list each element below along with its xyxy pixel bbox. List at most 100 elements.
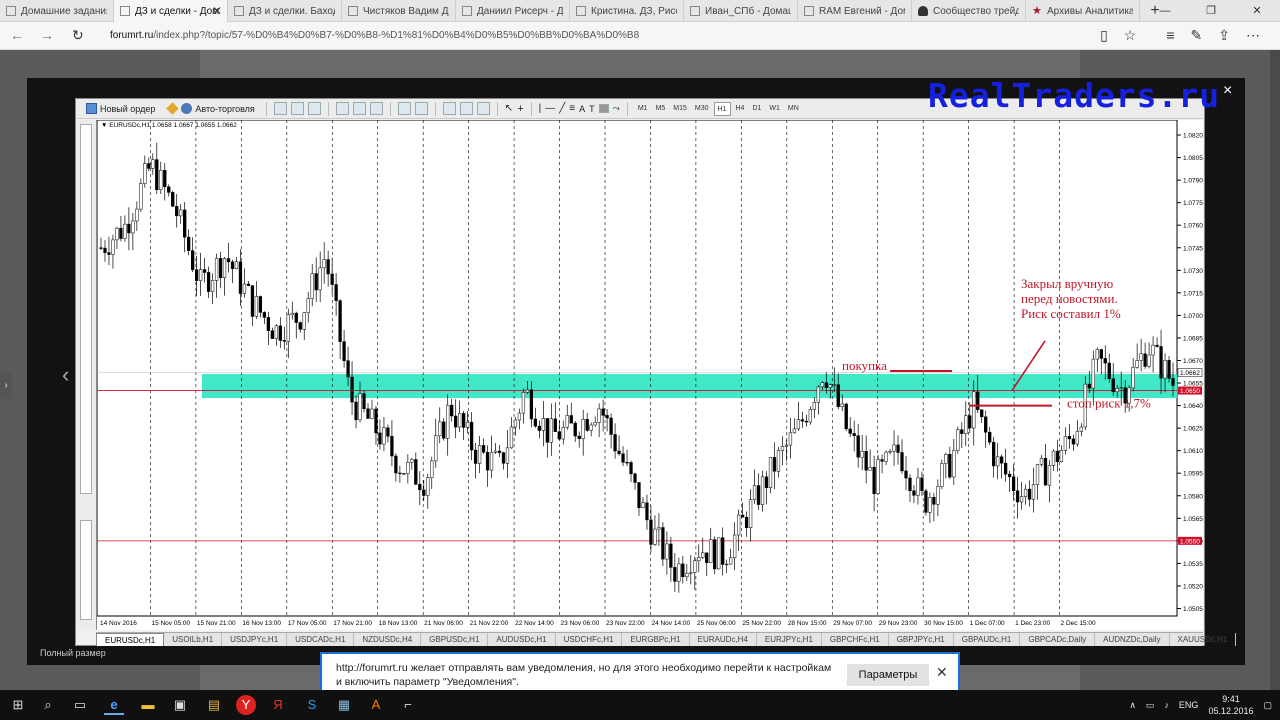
horizontal-line-icon[interactable]: — — [545, 103, 555, 114]
minimize-icon[interactable]: — — [1142, 0, 1188, 22]
symbol-tab[interactable]: AUDNZDc,Daily — [1095, 633, 1170, 646]
timeframe-button[interactable]: H1 — [713, 101, 731, 116]
app-a-icon[interactable]: A — [366, 695, 386, 715]
bar-chart-icon[interactable] — [273, 102, 287, 115]
browser-tab[interactable]: ДЗ и сделки. Баходир — [228, 0, 342, 22]
store-icon[interactable]: ▣ — [170, 695, 190, 715]
symbol-tab[interactable]: USDCADc,H1 — [287, 633, 355, 646]
timeframe-button[interactable]: M30 — [692, 102, 712, 116]
hub-icon[interactable]: ≡ — [1166, 27, 1174, 44]
page-scrollbar[interactable] — [1270, 50, 1280, 690]
channel-icon[interactable]: ≡ — [569, 103, 575, 114]
chart-shift-icon[interactable] — [414, 102, 428, 115]
cursor-icon[interactable]: ↖ — [505, 103, 513, 114]
text-tool-icon[interactable]: A — [579, 104, 585, 114]
zoom-in-icon[interactable] — [335, 102, 349, 115]
symbol-tab[interactable]: GBPUSDc,H1 — [421, 633, 489, 646]
symbol-tab[interactable]: USDCHFc,H1 — [556, 633, 623, 646]
timeframe-button[interactable]: W1 — [766, 102, 783, 116]
browser-tab[interactable]: Кристина. ДЗ, Рисерч — [570, 0, 684, 22]
skype-icon[interactable]: S — [302, 695, 322, 715]
timeframe-button[interactable]: D1 — [749, 102, 764, 116]
back-icon[interactable]: ← — [10, 27, 24, 43]
share-icon[interactable]: ⇪ — [1218, 27, 1230, 44]
symbol-tab[interactable]: GBPCADc,Daily — [1020, 633, 1096, 646]
lightbox-close-icon[interactable]: × — [1223, 82, 1232, 100]
symbol-tab[interactable]: USOILb,H1 — [164, 633, 223, 646]
symbol-tab[interactable]: EURUSDc,H1 — [96, 633, 165, 646]
windows-start-icon[interactable]: ⊞ — [8, 695, 28, 715]
templates-icon[interactable] — [476, 102, 490, 115]
close-window-icon[interactable]: ✕ — [1234, 0, 1280, 22]
notification-close-icon[interactable]: ✕ — [936, 664, 948, 681]
browser-tab[interactable]: Даниил Рисерч - Дом — [456, 0, 570, 22]
periods-icon[interactable] — [459, 102, 473, 115]
metatrader-taskbar-icon[interactable]: ▦ — [334, 695, 354, 715]
symbol-tab[interactable]: EURJPYc,H1 — [757, 633, 822, 646]
file-explorer-icon[interactable]: ▬ — [138, 695, 158, 715]
crosshair-icon[interactable]: + — [517, 103, 523, 115]
candle-chart-icon[interactable] — [290, 102, 304, 115]
symbol-tab[interactable]: USDJPYc,H1 — [222, 633, 288, 646]
new-order-button[interactable]: Новый ордер — [82, 101, 159, 117]
timeframe-button[interactable]: MN — [785, 102, 802, 116]
terminal-icon[interactable]: ⌐ — [398, 695, 418, 715]
arrows-icon[interactable] — [598, 104, 609, 113]
browser-tab[interactable]: Сообщество трейдер — [912, 0, 1026, 22]
symbol-tab[interactable]: XAUUSDc,H1 — [1170, 633, 1237, 646]
tile-windows-icon[interactable] — [369, 102, 383, 115]
task-view-icon[interactable]: ▭ — [70, 695, 90, 715]
refresh-icon[interactable]: ↻ — [72, 27, 84, 44]
volume-icon[interactable]: ♪ — [1164, 700, 1169, 710]
timeframe-button[interactable]: H4 — [733, 102, 748, 116]
symbol-tab[interactable]: NZDUSDc,H4 — [354, 633, 422, 646]
edge-icon[interactable]: e — [104, 695, 124, 715]
browser-tab[interactable]: Домашние задания и — [0, 0, 114, 22]
notification-settings-button[interactable]: Параметры — [847, 664, 929, 686]
autoscroll-icon[interactable] — [397, 102, 411, 115]
notifications-icon[interactable]: ▢ — [1263, 700, 1272, 711]
search-icon[interactable]: ⌕ — [38, 695, 58, 715]
timeframe-button[interactable]: M15 — [670, 102, 690, 116]
close-tab-icon[interactable]: ✕ — [212, 4, 222, 18]
yandex-browser-icon[interactable]: Y — [236, 695, 256, 715]
favorite-star-icon[interactable]: ☆ — [1124, 27, 1137, 44]
network-icon[interactable]: ▭ — [1146, 700, 1155, 711]
price-chart[interactable]: 14 Nov 2016 15 Nov 05:00 15 Nov 21:00 16 No… — [96, 119, 1203, 630]
browser-tab[interactable]: Иван_СПб - Домашни — [684, 0, 798, 22]
mini-scrollbar[interactable] — [80, 124, 92, 494]
symbol-tab[interactable]: EURGBPc,H1 — [622, 633, 690, 646]
symbol-tab[interactable]: GBPAUDc,H1 — [954, 633, 1021, 646]
mini-scrollbar-lower[interactable] — [80, 520, 92, 620]
more-icon[interactable]: ⋯ — [1246, 27, 1260, 44]
line-chart-icon[interactable] — [307, 102, 321, 115]
browser-tab[interactable]: ★ Архивы Аналитика - F — [1026, 0, 1140, 22]
forward-icon[interactable]: → — [40, 27, 54, 43]
language-indicator[interactable]: ENG — [1179, 700, 1199, 710]
clock[interactable]: 9:41 05.12.2016 — [1208, 693, 1253, 717]
browser-tab[interactable]: RAM Евгений - Домаш — [798, 0, 912, 22]
web-note-icon[interactable]: ✎ — [1191, 27, 1203, 44]
timeframe-button[interactable]: M1 — [635, 102, 651, 116]
url-field[interactable]: forumrt.ru/index.php?/topic/57-%D0%B4%D0… — [110, 30, 639, 41]
indicators-icon[interactable] — [442, 102, 456, 115]
symbol-tab[interactable]: AUDUSDc,H1 — [488, 633, 556, 646]
symbol-tab[interactable]: EURAUDc,H4 — [690, 633, 757, 646]
timeframe-button[interactable]: M5 — [653, 102, 669, 116]
yandex-icon[interactable]: Я — [268, 695, 288, 715]
reading-view-icon[interactable]: ▯ — [1100, 27, 1108, 44]
trendline-icon[interactable]: ╱ — [559, 103, 565, 114]
text-label-icon[interactable]: T — [589, 104, 595, 114]
symbol-tab[interactable]: GBPJPYc,H1 — [889, 633, 954, 646]
lightbox-prev-icon[interactable]: ‹ — [62, 362, 69, 388]
autotrading-button[interactable]: Авто-торговля — [163, 101, 258, 117]
restore-icon[interactable]: ❐ — [1188, 0, 1234, 22]
symbol-tab[interactable]: GBPCHFc,H1 — [822, 633, 889, 646]
browser-tab[interactable]: Чистяков Вадим ДЗ - — [342, 0, 456, 22]
folder-icon[interactable]: ▤ — [204, 695, 224, 715]
vertical-line-icon[interactable]: | — [539, 103, 542, 114]
full-size-link[interactable]: Полный размер — [40, 648, 106, 658]
browser-tab[interactable]: ДЗ и сделки - Дом ✕ — [114, 0, 228, 22]
shapes-icon[interactable]: ⤳ — [613, 103, 620, 114]
zoom-out-icon[interactable] — [352, 102, 366, 115]
